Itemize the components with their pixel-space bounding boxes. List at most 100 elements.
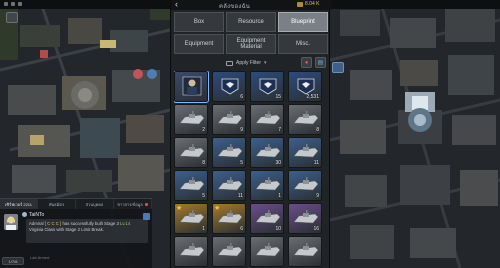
blueprint-item[interactable]: 10 [250, 203, 284, 234]
message-player: [ C C C ] [44, 221, 62, 226]
tab-resource[interactable]: Resource [226, 12, 276, 32]
message-level: Lv.14 [120, 221, 131, 226]
blueprint-item[interactable]: 30 [250, 137, 284, 168]
warship-icon [255, 144, 281, 158]
tab-misc[interactable]: Misc. [278, 34, 328, 54]
blueprint-item[interactable]: 9 [212, 104, 246, 135]
status-dot [11, 2, 15, 6]
item-count: 1 [278, 193, 281, 199]
blueprint-item[interactable]: ★ 6 [212, 203, 246, 234]
event-button[interactable] [332, 62, 344, 73]
warship-icon [217, 210, 243, 224]
item-count: 2 [202, 127, 205, 133]
blueprint-item[interactable]: 16 [288, 203, 322, 234]
sort-button[interactable]: ● [301, 57, 312, 68]
warship-icon [255, 111, 281, 125]
blueprint-item[interactable] [174, 236, 208, 267]
chat-tab-server[interactable]: เซิร์ฟเวอร์ 2211 [0, 199, 38, 209]
blueprint-item[interactable] [250, 236, 284, 267]
chat-footer: Lab Armed [30, 255, 50, 260]
tab-box[interactable]: Box [174, 12, 224, 32]
warship-icon [293, 243, 319, 257]
rank-badge-icon [297, 78, 315, 95]
tab-blueprint[interactable]: Blueprint [278, 12, 328, 32]
warship-icon [217, 144, 243, 158]
coin-icon [297, 2, 303, 7]
filter-icon [226, 60, 233, 66]
chat-tabs: เซิร์ฟเวอร์ 2211 พันธมิตร ส่วนบุคคล ข่าว… [0, 199, 152, 209]
chat-tab-alliance[interactable]: พันธมิตร [38, 199, 76, 209]
blueprint-item[interactable]: 5 [174, 170, 208, 201]
item-count: 9 [316, 193, 319, 199]
item-count: 6 [240, 226, 243, 232]
item-count: 9 [240, 127, 243, 133]
item-count: 11 [237, 193, 243, 199]
page-title: คลังของฉัน [219, 4, 251, 10]
panel-header: ‹ คลังของฉัน 8.04 K [171, 0, 331, 10]
blueprint-item[interactable]: 8 [174, 137, 208, 168]
blueprint-item[interactable]: 2,531 [288, 71, 322, 102]
blueprint-item[interactable]: 8 [288, 104, 322, 135]
blueprint-item[interactable]: ★ 1 [174, 203, 208, 234]
blueprint-item[interactable]: 7 [250, 104, 284, 135]
tab-equipment[interactable]: Equipment [174, 34, 224, 54]
chat-tab-label: ข่าวสาร/ข้อมูล [117, 201, 143, 207]
tab-label: Equipment Material [236, 37, 266, 51]
chat-expand-button[interactable] [143, 213, 150, 220]
warship-icon [179, 111, 205, 125]
blueprint-item[interactable]: 11 [212, 170, 246, 201]
blueprint-item[interactable]: 2 [174, 104, 208, 135]
map-toggle-button[interactable] [6, 12, 18, 23]
status-dot [4, 2, 8, 6]
item-count: 16 [313, 226, 319, 232]
warship-icon [255, 210, 281, 224]
blueprint-grid: 6 15 2,531 2 9 7 8 8 5 30 11 5 11 1 9 ★ 1 ★ 6 10 16 [174, 71, 328, 268]
rank-icon [22, 212, 27, 217]
chevron-left-icon[interactable]: ‹ [175, 0, 178, 9]
blueprint-item[interactable]: 1 [250, 170, 284, 201]
chat-side-button[interactable]: 1/7/6 [2, 257, 24, 265]
warship-icon [293, 144, 319, 158]
avatar[interactable] [4, 214, 18, 230]
tab-label: Resource [238, 18, 264, 25]
status-indicators [4, 2, 22, 6]
chevron-down-icon: ▾ [264, 60, 267, 66]
blueprint-item[interactable]: 9 [288, 170, 322, 201]
chat-tab-label: ส่วนบุคคล [85, 201, 104, 207]
grid-view-button[interactable]: ▤ [315, 57, 326, 68]
blueprint-item[interactable]: 5 [212, 137, 246, 168]
blueprint-item[interactable]: 6 [212, 71, 246, 102]
tab-label: Box [193, 18, 205, 25]
chat-message: Admiral [ C C C ] has successfully built… [26, 219, 148, 243]
item-count: 1 [202, 226, 205, 232]
chat-side-label: 1/7/6 [8, 258, 18, 264]
chat-tab-news[interactable]: ข่าวสาร/ข้อมูล [114, 199, 152, 209]
blueprint-item[interactable] [174, 71, 209, 103]
blueprint-item[interactable]: 11 [288, 137, 322, 168]
blueprint-item[interactable] [288, 236, 322, 267]
item-count: 2,531 [306, 94, 319, 100]
tab-label: Equipment [184, 40, 214, 47]
chat-box: เซิร์ฟเวอร์ 2211 พันธมิตร ส่วนบุคคล ข่าว… [0, 198, 152, 268]
chat-tab-label: เซิร์ฟเวอร์ 2211 [5, 201, 32, 207]
apply-filter-button[interactable]: Apply Filter ▾ [226, 58, 267, 68]
warship-icon [293, 210, 319, 224]
warship-icon [293, 177, 319, 191]
item-count: 10 [275, 226, 281, 232]
rank-badge-icon [221, 78, 239, 95]
tab-label: Misc. [296, 40, 310, 47]
warship-icon [179, 177, 205, 191]
warship-icon [255, 177, 281, 191]
rank-badge-icon [259, 78, 277, 95]
chat-sender-name: TaiNTo [29, 212, 45, 218]
chat-tab-private[interactable]: ส่วนบุคคล [76, 199, 114, 209]
sort-icon: ● [304, 59, 309, 66]
blueprint-item[interactable] [212, 236, 246, 267]
warship-icon [255, 243, 281, 257]
blueprint-item[interactable]: 15 [250, 71, 284, 102]
chat-tab-label: พันธมิตร [48, 201, 65, 207]
tab-equipment-material[interactable]: Equipment Material [226, 34, 276, 54]
warship-icon [179, 144, 205, 158]
resource-value: 8.04 K [305, 1, 320, 7]
warship-icon [293, 111, 319, 125]
